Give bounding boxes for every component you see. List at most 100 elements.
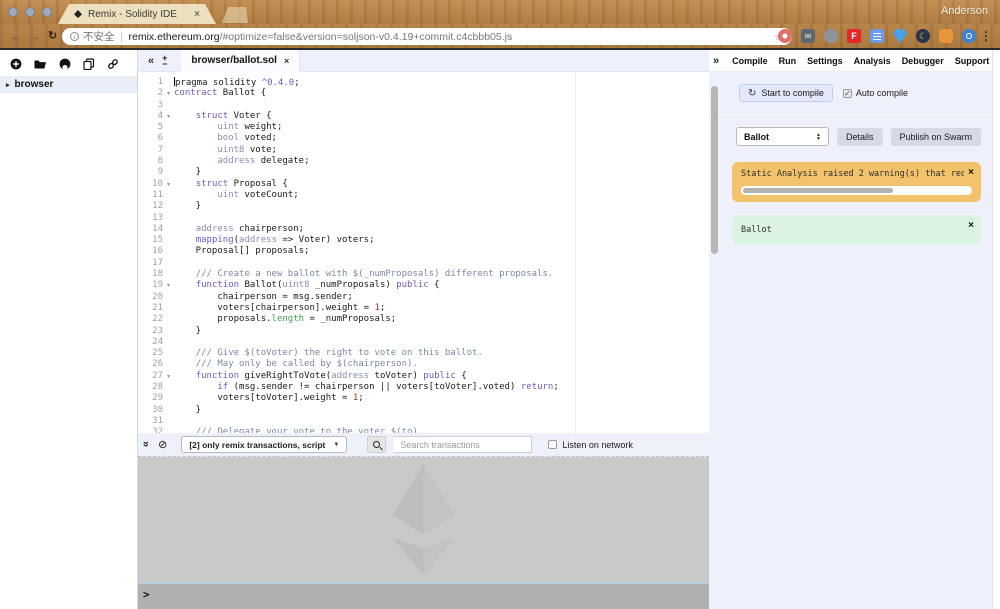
terminal-output[interactable]: [138, 457, 709, 582]
listen-on-network[interactable]: Listen on network: [548, 440, 633, 450]
contract-select[interactable]: Ballot ▲▼: [736, 127, 829, 146]
gutter[interactable]: 19▾: [138, 280, 174, 291]
gutter[interactable]: 1: [138, 77, 174, 88]
browser-tab[interactable]: Remix - Solidity IDE ×: [58, 4, 216, 24]
code-line-12[interactable]: 12 }: [138, 201, 709, 212]
gutter[interactable]: 17: [138, 258, 174, 269]
fold-arrow-icon[interactable]: ▾: [163, 280, 174, 291]
page-scrollbar-track[interactable]: [992, 50, 999, 609]
editor-scrollbar[interactable]: [711, 86, 718, 254]
code-line-13[interactable]: 13: [138, 213, 709, 224]
code-line-4[interactable]: 4▾ struct Voter {: [138, 111, 709, 122]
close-window-button[interactable]: [8, 7, 18, 17]
moon-extension-icon[interactable]: ☾: [916, 29, 930, 43]
panel-tab-analysis[interactable]: Analysis: [854, 56, 891, 66]
minimize-window-button[interactable]: [25, 7, 35, 17]
gutter[interactable]: 6: [138, 133, 174, 144]
code-line-16[interactable]: 16 Proposal[] proposals;: [138, 246, 709, 257]
sidebar-item-browser[interactable]: ▸ browser: [0, 76, 137, 93]
gutter[interactable]: 13: [138, 213, 174, 224]
gutter[interactable]: 27▾: [138, 371, 174, 382]
code-line-14[interactable]: 14 address chairperson;: [138, 224, 709, 235]
chrome-menu-icon[interactable]: ⋮: [980, 29, 992, 43]
gutter[interactable]: 30: [138, 405, 174, 416]
code-line-7[interactable]: 7 uint8 vote;: [138, 145, 709, 156]
start-to-compile-button[interactable]: ↻ Start to compile: [739, 84, 833, 102]
url-bar[interactable]: i 不安全 remix.ethereum.org /#optimize=fals…: [62, 28, 792, 45]
gutter[interactable]: 29: [138, 393, 174, 404]
code-line-17[interactable]: 17: [138, 258, 709, 269]
gutter[interactable]: 24: [138, 337, 174, 348]
gutter[interactable]: 14: [138, 224, 174, 235]
code-line-3[interactable]: 3: [138, 100, 709, 111]
code-line-18[interactable]: 18 /// Create a new ballot with $(_numPr…: [138, 269, 709, 280]
code-line-30[interactable]: 30 }: [138, 405, 709, 416]
code-line-15[interactable]: 15 mapping(address => Voter) voters;: [138, 235, 709, 246]
code-line-26[interactable]: 26 /// May only be called by $(chairpers…: [138, 359, 709, 370]
github-gist-icon[interactable]: [59, 58, 71, 70]
gutter[interactable]: 23: [138, 326, 174, 337]
gutter[interactable]: 11: [138, 190, 174, 201]
terminal-collapse-icon[interactable]: «: [140, 442, 152, 446]
reload-icon[interactable]: ↻: [48, 28, 57, 44]
mail-extension-icon[interactable]: ✉: [801, 29, 815, 43]
publish-on-swarm-button[interactable]: Publish on Swarm: [891, 128, 982, 146]
details-button[interactable]: Details: [837, 128, 883, 146]
gutter[interactable]: 26: [138, 359, 174, 370]
info-icon[interactable]: i: [70, 32, 79, 41]
gutter[interactable]: 8: [138, 156, 174, 167]
search-transactions-input[interactable]: [394, 436, 532, 453]
fold-arrow-icon[interactable]: ▾: [163, 111, 174, 122]
code-line-23[interactable]: 23 }: [138, 326, 709, 337]
warning-close-icon[interactable]: ×: [968, 167, 974, 178]
panel-tab-support[interactable]: Support: [955, 56, 990, 66]
gutter[interactable]: 16: [138, 246, 174, 257]
code-line-1[interactable]: 1pragma solidity ^0.4.0;: [138, 77, 709, 88]
gutter[interactable]: 20: [138, 292, 174, 303]
badge-close-icon[interactable]: ×: [968, 220, 974, 231]
gutter[interactable]: 4▾: [138, 111, 174, 122]
code-line-25[interactable]: 25 /// Give $(toVoter) the right to vote…: [138, 348, 709, 359]
back-icon[interactable]: ←: [10, 28, 22, 44]
terminal-clear-icon[interactable]: ⊘: [158, 438, 167, 451]
forward-icon[interactable]: →: [28, 28, 40, 44]
panel-tab-settings[interactable]: Settings: [807, 56, 843, 66]
fold-arrow-icon[interactable]: ▾: [163, 371, 174, 382]
fold-arrow-icon[interactable]: ▾: [163, 179, 174, 190]
code-line-27[interactable]: 27▾ function giveRightToVote(address toV…: [138, 371, 709, 382]
code-line-31[interactable]: 31: [138, 416, 709, 427]
gutter[interactable]: 28: [138, 382, 174, 393]
editor-tab-ballot[interactable]: browser/ballot.sol ×: [181, 50, 300, 72]
code-line-10[interactable]: 10▾ struct Proposal {: [138, 179, 709, 190]
code-editor[interactable]: 1pragma solidity ^0.4.0;2▾contract Ballo…: [138, 72, 709, 433]
evernote-extension-icon[interactable]: [824, 29, 838, 43]
new-tab-button[interactable]: [222, 7, 248, 23]
code-line-24[interactable]: 24: [138, 337, 709, 348]
copy-files-icon[interactable]: [83, 58, 95, 70]
compass-extension-icon[interactable]: [962, 29, 976, 43]
terminal-filter-dropdown[interactable]: [2] only remix transactions, script ▼: [181, 436, 347, 453]
expand-panel-icon[interactable]: »: [713, 55, 719, 67]
connect-localhost-icon[interactable]: [107, 58, 119, 70]
zoom-out-icon[interactable]: −: [162, 61, 167, 67]
gutter[interactable]: 2▾: [138, 88, 174, 99]
code-line-6[interactable]: 6 bool voted;: [138, 133, 709, 144]
code-line-22[interactable]: 22 proposals.length = _numProposals;: [138, 314, 709, 325]
gutter[interactable]: 32: [138, 427, 174, 433]
code-line-2[interactable]: 2▾contract Ballot {: [138, 88, 709, 99]
collapse-left-icon[interactable]: «: [148, 55, 154, 67]
gutter[interactable]: 22: [138, 314, 174, 325]
terminal-prompt[interactable]: >: [138, 584, 709, 609]
window-controls[interactable]: [8, 7, 52, 17]
code-line-28[interactable]: 28 if (msg.sender != chairperson || vote…: [138, 382, 709, 393]
gutter[interactable]: 31: [138, 416, 174, 427]
auto-compile-option[interactable]: ✓ Auto compile: [843, 88, 908, 98]
docs-extension-icon[interactable]: [870, 29, 884, 43]
fold-arrow-icon[interactable]: ▾: [163, 88, 174, 99]
zoom-window-button[interactable]: [42, 7, 52, 17]
code-line-19[interactable]: 19▾ function Ballot(uint8 _numProposals)…: [138, 280, 709, 291]
gutter[interactable]: 3: [138, 100, 174, 111]
tab-close-icon[interactable]: ×: [194, 9, 200, 20]
code-line-5[interactable]: 5 uint weight;: [138, 122, 709, 133]
code-line-11[interactable]: 11 uint voteCount;: [138, 190, 709, 201]
